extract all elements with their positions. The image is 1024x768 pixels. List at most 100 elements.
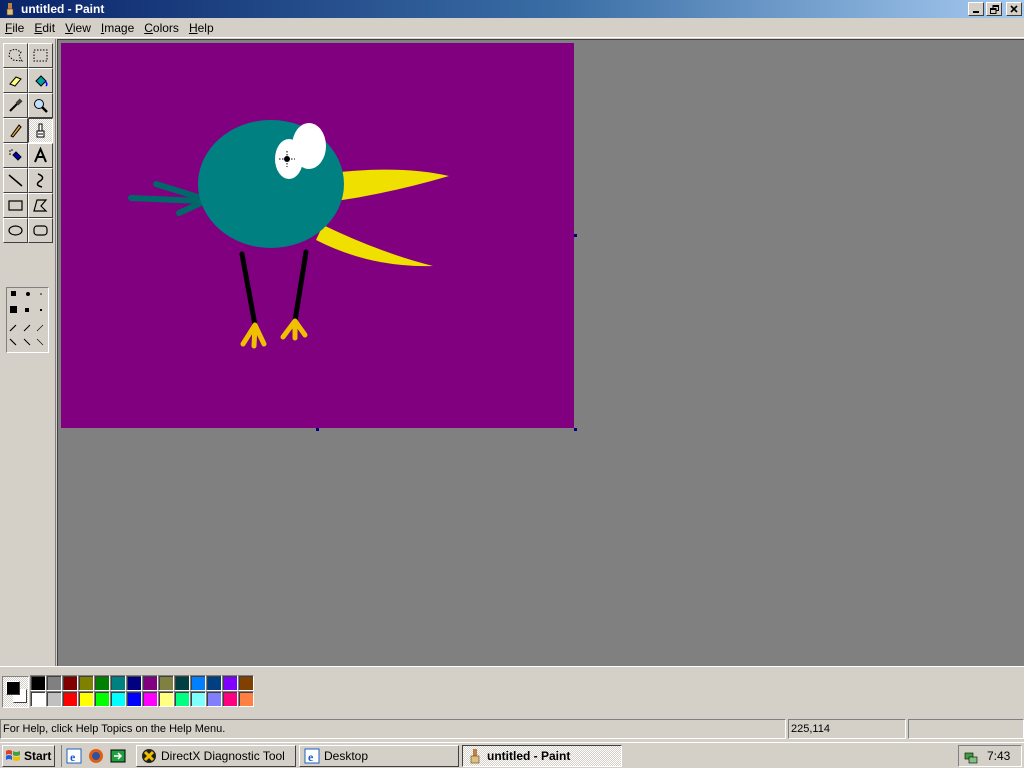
tool-ellipse[interactable] (3, 218, 28, 243)
desktop-folder-icon: e (304, 748, 320, 764)
palette-swatch[interactable] (126, 675, 142, 691)
current-colors[interactable] (2, 676, 29, 708)
palette-swatch[interactable] (110, 691, 126, 707)
tool-curve[interactable] (28, 168, 53, 193)
tool-fill-with-color[interactable] (28, 68, 53, 93)
tool-brush[interactable] (28, 118, 53, 143)
status-coordinates: 225,114 (788, 719, 906, 739)
tool-airbrush[interactable] (3, 143, 28, 168)
palette-swatch[interactable] (78, 675, 94, 691)
palette-swatch[interactable] (126, 691, 142, 707)
rectangle-select-icon (33, 49, 48, 62)
menu-edit-label: dit (42, 20, 56, 35)
palette-swatch[interactable] (30, 675, 46, 691)
eraser-icon (9, 76, 22, 87)
close-button[interactable] (1006, 2, 1022, 16)
status-selection-size (908, 719, 1024, 739)
restore-icon (989, 4, 999, 14)
palette-swatch[interactable] (206, 691, 222, 707)
palette-swatch[interactable] (142, 691, 158, 707)
palette-swatch[interactable] (110, 675, 126, 691)
palette-swatch[interactable] (190, 675, 206, 691)
drawing-canvas[interactable] (61, 43, 574, 428)
brush-icon (36, 123, 45, 138)
tool-rounded-rectangle[interactable] (28, 218, 53, 243)
task-directx[interactable]: DirectX Diagnostic Tool (136, 744, 296, 767)
title-bar[interactable]: untitled - Paint (0, 0, 1024, 18)
menu-image-label: mage (104, 20, 135, 35)
task-paint-label: untitled - Paint (487, 748, 571, 763)
palette-swatch[interactable] (158, 675, 174, 691)
free-form-select-icon (8, 48, 23, 62)
firefox-icon[interactable] (88, 748, 104, 764)
tool-pencil[interactable] (3, 118, 28, 143)
menu-file[interactable]: File (0, 18, 29, 38)
tool-magnifier[interactable] (28, 93, 53, 118)
tool-select[interactable] (28, 43, 53, 68)
show-desktop-icon[interactable] (110, 748, 126, 764)
palette-swatch[interactable] (142, 675, 158, 691)
rounded-rectangle-icon (33, 225, 48, 236)
paint-task-icon (470, 748, 480, 763)
resize-handle-right[interactable] (574, 234, 577, 237)
canvas-drawing[interactable] (61, 43, 574, 428)
menu-help[interactable]: Help (184, 18, 219, 38)
tool-options-brush-shapes[interactable] (6, 287, 49, 353)
palette-swatch[interactable] (30, 691, 46, 707)
brush-shape-options[interactable] (7, 288, 50, 354)
pencil-icon (10, 124, 22, 138)
palette-swatch[interactable] (238, 691, 254, 707)
restore-button[interactable] (986, 2, 1002, 16)
task-paint[interactable]: untitled - Paint (462, 744, 622, 767)
start-button[interactable]: Start (2, 744, 55, 767)
palette-swatch[interactable] (94, 691, 110, 707)
magnifier-icon (34, 99, 48, 113)
airbrush-icon (9, 149, 22, 161)
menu-view[interactable]: View (60, 18, 96, 38)
menu-help-accel: H (188, 20, 198, 35)
menu-colors[interactable]: Colors (139, 18, 184, 38)
task-desktop[interactable]: e Desktop (299, 744, 459, 767)
menu-edit[interactable]: Edit (29, 18, 60, 38)
rectangle-icon (8, 200, 23, 211)
palette-swatch[interactable] (238, 675, 254, 691)
svg-text:e: e (70, 750, 76, 764)
tool-eraser[interactable] (3, 68, 28, 93)
status-help-text: For Help, click Help Topics on the Help … (0, 719, 786, 739)
menu-view-label: iew (72, 20, 91, 35)
tool-free-form-select[interactable] (3, 43, 28, 68)
palette-swatch[interactable] (174, 691, 190, 707)
palette-swatch[interactable] (46, 675, 62, 691)
tool-line[interactable] (3, 168, 28, 193)
tool-rectangle[interactable] (3, 193, 28, 218)
palette-swatch[interactable] (62, 675, 78, 691)
palette-swatch[interactable] (78, 691, 94, 707)
palette-swatch[interactable] (206, 675, 222, 691)
ellipse-icon (8, 225, 23, 236)
tray-clock[interactable]: 7:43 (987, 749, 1010, 763)
foreground-color-swatch[interactable] (6, 681, 20, 695)
resize-handle-corner[interactable] (574, 428, 577, 431)
svg-text:e: e (308, 750, 314, 764)
palette-swatch[interactable] (94, 675, 110, 691)
palette-swatch[interactable] (46, 691, 62, 707)
palette-swatch[interactable] (62, 691, 78, 707)
minimize-button[interactable] (968, 2, 984, 16)
ie-icon[interactable]: e (66, 748, 82, 764)
menu-image[interactable]: Image (96, 18, 139, 38)
drawing-workspace[interactable] (57, 39, 1024, 666)
windows-logo-icon (6, 749, 20, 761)
palette-swatch[interactable] (222, 675, 238, 691)
palette-swatch[interactable] (174, 675, 190, 691)
tool-text[interactable] (28, 143, 53, 168)
tool-polygon[interactable] (28, 193, 53, 218)
network-icon[interactable] (963, 748, 979, 764)
quick-launch: e (61, 744, 126, 767)
taskbar: Start e DirectX Diagnostic Tool e Deskto… (0, 742, 1024, 768)
palette-swatch[interactable] (222, 691, 238, 707)
resize-handle-bottom[interactable] (316, 428, 319, 431)
palette-swatch[interactable] (190, 691, 206, 707)
palette-swatch[interactable] (158, 691, 174, 707)
minimize-icon (973, 11, 979, 13)
tool-pick-color[interactable] (3, 93, 28, 118)
